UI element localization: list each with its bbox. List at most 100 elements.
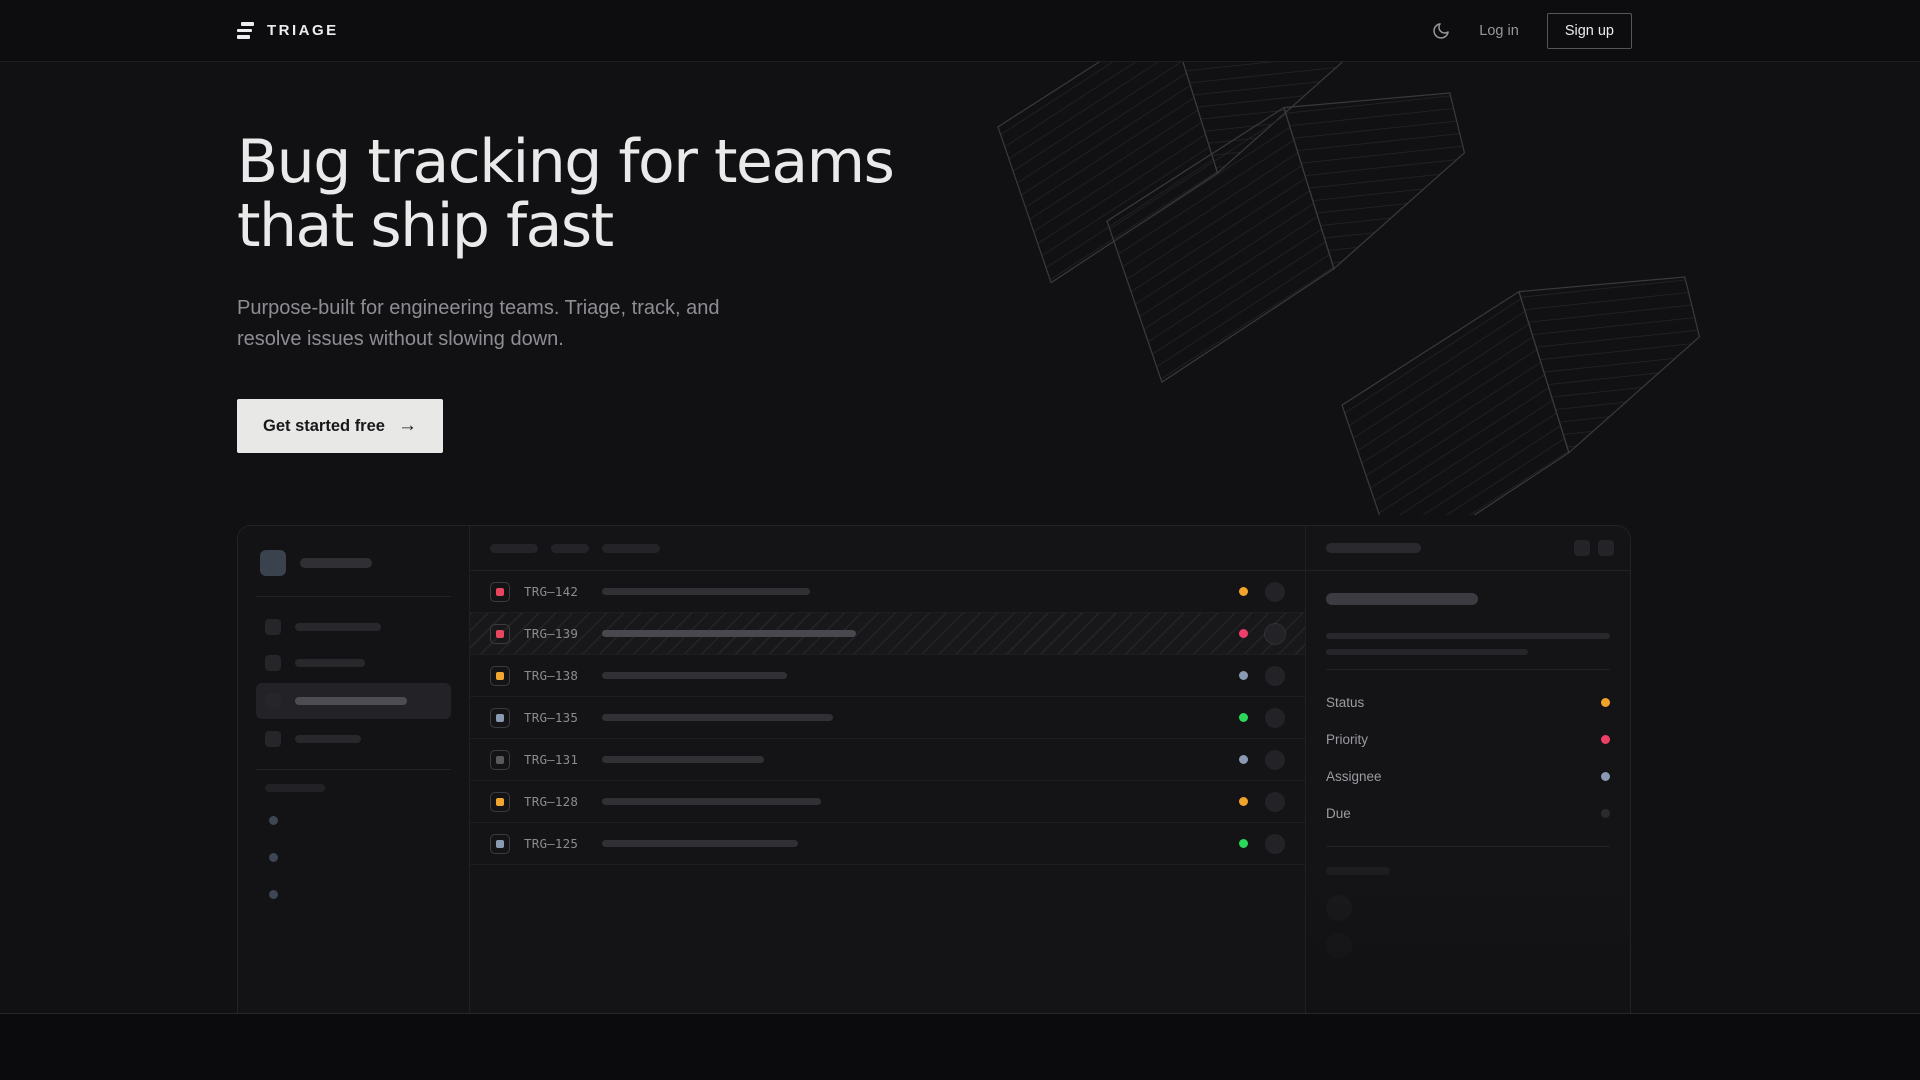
issue-status-dot bbox=[1239, 629, 1248, 638]
nav-item-icon-placeholder bbox=[265, 731, 281, 747]
issue-assignee-avatar bbox=[1265, 834, 1285, 854]
issue-assignee-avatar bbox=[1265, 792, 1285, 812]
signup-button[interactable]: Sign up bbox=[1547, 13, 1632, 49]
footer-band bbox=[0, 1014, 1920, 1080]
nav-item-label-placeholder bbox=[295, 623, 381, 631]
issue-title-placeholder bbox=[602, 756, 764, 763]
issue-status-dot bbox=[1239, 839, 1248, 848]
mockup-nav-item bbox=[256, 683, 451, 719]
nav-item-label-placeholder bbox=[295, 697, 407, 705]
get-started-label: Get started free bbox=[263, 417, 385, 436]
issue-status-dot bbox=[1239, 797, 1248, 806]
issue-title-placeholder bbox=[602, 588, 810, 595]
mockup-nav-list bbox=[256, 611, 451, 755]
hero-title: Bug tracking for teams that ship fast bbox=[237, 130, 893, 258]
sidebar-dot-placeholder bbox=[269, 816, 278, 825]
comments-label-placeholder bbox=[1326, 867, 1390, 875]
detail-field-row: Assignee bbox=[1326, 758, 1610, 795]
mockup-nav-item bbox=[256, 611, 451, 643]
workspace-name-placeholder bbox=[300, 558, 372, 568]
mockup-sidebar bbox=[238, 526, 470, 1013]
mockup-issue-rows: TRG–142 TRG–139 TRG–138 TRG–135 TRG–131 bbox=[470, 571, 1305, 865]
issue-id: TRG–138 bbox=[524, 668, 592, 683]
detail-field-label: Due bbox=[1326, 806, 1351, 821]
issue-title-placeholder bbox=[602, 630, 856, 637]
detail-field-label: Priority bbox=[1326, 732, 1368, 747]
detail-field-dot bbox=[1601, 772, 1610, 781]
issue-id: TRG–125 bbox=[524, 836, 592, 851]
site-header: TRIAGE Log in Sign up bbox=[0, 0, 1920, 62]
issue-title-placeholder bbox=[602, 840, 798, 847]
detail-field-label: Assignee bbox=[1326, 769, 1382, 784]
wireframe-panels-illustration bbox=[950, 45, 1800, 515]
nav-item-label-placeholder bbox=[295, 659, 365, 667]
issue-row: TRG–142 bbox=[470, 571, 1305, 613]
description-line-placeholder bbox=[1326, 649, 1528, 655]
nav-item-icon-placeholder bbox=[265, 655, 281, 671]
issue-row: TRG–125 bbox=[470, 823, 1305, 865]
hero-subtitle: Purpose-built for engineering teams. Tri… bbox=[237, 293, 719, 355]
mockup-issue-list: TRG–142 TRG–139 TRG–138 TRG–135 TRG–131 bbox=[470, 526, 1305, 1013]
issue-row: TRG–128 bbox=[470, 781, 1305, 823]
header-nav: Log in Sign up bbox=[1431, 13, 1632, 49]
detail-field-label: Status bbox=[1326, 695, 1364, 710]
mockup-toolbar bbox=[470, 526, 1305, 571]
sidebar-divider bbox=[256, 596, 451, 597]
issue-id: TRG–139 bbox=[524, 626, 592, 641]
issue-title-placeholder bbox=[1326, 593, 1478, 605]
issue-assignee-avatar bbox=[1265, 750, 1285, 770]
workspace-logo-placeholder bbox=[260, 550, 286, 576]
detail-field-dot bbox=[1601, 698, 1610, 707]
sidebar-dot-placeholder bbox=[269, 890, 278, 899]
detail-field-row: Priority bbox=[1326, 721, 1610, 758]
footer-divider bbox=[0, 1013, 1920, 1014]
detail-field-dot bbox=[1601, 809, 1610, 818]
issue-type-icon bbox=[490, 582, 510, 602]
issue-title-placeholder bbox=[602, 798, 821, 805]
detail-field-row: Due bbox=[1326, 795, 1610, 832]
detail-action-icon bbox=[1598, 540, 1614, 556]
mockup-nav-item bbox=[256, 647, 451, 679]
issue-id: TRG–142 bbox=[524, 584, 592, 599]
issue-row: TRG–135 bbox=[470, 697, 1305, 739]
brand-name: TRIAGE bbox=[267, 22, 339, 39]
detail-fields: Status Priority Assignee Due bbox=[1326, 684, 1610, 832]
login-link[interactable]: Log in bbox=[1479, 23, 1519, 39]
issue-status-dot bbox=[1239, 755, 1248, 764]
issue-type-icon bbox=[490, 792, 510, 812]
brand-logo[interactable]: TRIAGE bbox=[237, 22, 339, 39]
mockup-nav-item bbox=[256, 723, 451, 755]
detail-divider bbox=[1326, 846, 1610, 847]
hero-subtitle-line1: Purpose-built for engineering teams. Tri… bbox=[237, 297, 719, 319]
arrow-right-icon: → bbox=[398, 415, 417, 437]
issue-type-icon bbox=[490, 708, 510, 728]
sidebar-dot-placeholder bbox=[269, 853, 278, 862]
issue-type-icon bbox=[490, 666, 510, 686]
toolbar-pill-placeholder bbox=[490, 544, 538, 553]
detail-divider bbox=[1326, 669, 1610, 670]
issue-status-dot bbox=[1239, 671, 1248, 680]
issue-status-dot bbox=[1239, 587, 1248, 596]
issue-title-placeholder bbox=[602, 714, 833, 721]
issue-type-icon bbox=[490, 750, 510, 770]
detail-title-placeholder bbox=[1326, 543, 1421, 553]
triage-logo-icon bbox=[237, 22, 254, 39]
issue-assignee-avatar bbox=[1265, 666, 1285, 686]
mockup-detail-panel: Status Priority Assignee Due bbox=[1305, 526, 1630, 1013]
issue-id: TRG–135 bbox=[524, 710, 592, 725]
detail-action-icon bbox=[1574, 540, 1590, 556]
detail-field-row: Status bbox=[1326, 684, 1610, 721]
hero-title-line2: that ship fast bbox=[237, 191, 613, 261]
detail-panel-header bbox=[1306, 526, 1630, 571]
nav-item-icon-placeholder bbox=[265, 619, 281, 635]
mockup-workspace-switcher bbox=[260, 550, 447, 576]
get-started-button[interactable]: Get started free → bbox=[237, 399, 443, 453]
theme-toggle-moon-icon[interactable] bbox=[1431, 21, 1451, 41]
issue-title-placeholder bbox=[602, 672, 787, 679]
sidebar-divider bbox=[256, 769, 451, 770]
issue-row: TRG–131 bbox=[470, 739, 1305, 781]
issue-id: TRG–128 bbox=[524, 794, 592, 809]
issue-row: TRG–138 bbox=[470, 655, 1305, 697]
issue-type-icon bbox=[490, 624, 510, 644]
issue-assignee-avatar bbox=[1265, 582, 1285, 602]
